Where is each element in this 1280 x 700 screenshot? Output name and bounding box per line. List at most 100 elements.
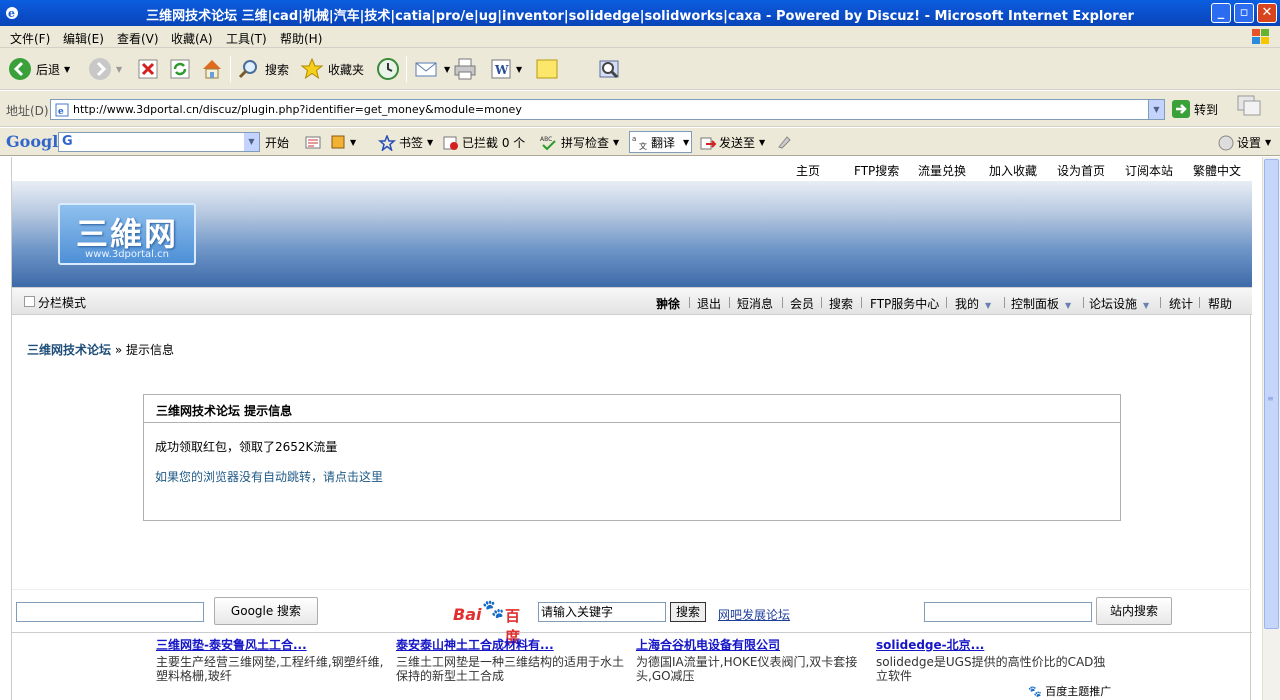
site-logo[interactable]: 三維网 www.3dportal.cn xyxy=(58,203,196,265)
favorites-button[interactable]: 收藏夹 xyxy=(300,55,364,83)
word-edit-icon: W xyxy=(491,59,511,79)
ad-title[interactable]: 三维网垫-泰安鲁风土工合... xyxy=(156,636,388,653)
google-search-dropdown-icon[interactable]: ▼ xyxy=(244,133,259,151)
mail-dropdown-icon[interactable]: ▼ xyxy=(444,65,450,74)
search-button[interactable]: 搜索 xyxy=(237,55,289,83)
back-button[interactable]: 后退 ▼ xyxy=(8,55,70,83)
forum-nav-bar: 分栏模式 翀徐 退出 短消息 会员 搜索 FTP服务中心 我的 ▼ 控制面板 ▼ 论… xyxy=(12,287,1252,315)
link-home[interactable]: 主页 xyxy=(796,162,820,179)
site-search-input[interactable] xyxy=(924,602,1092,622)
vertical-scrollbar[interactable]: ≡ xyxy=(1262,157,1280,700)
nav-stats[interactable]: 统计 xyxy=(1169,295,1193,312)
edit-button[interactable]: W ▼ xyxy=(490,55,522,83)
google-pagerank-button[interactable]: ▼ xyxy=(330,134,356,150)
menu-view[interactable]: 查看(V) xyxy=(117,30,159,47)
go-button[interactable]: 转到 xyxy=(1172,100,1218,118)
link-traditional-chinese[interactable]: 繁體中文 xyxy=(1193,162,1241,179)
home-button[interactable] xyxy=(200,55,224,83)
translate-button[interactable]: a 文 翻译 ▼ xyxy=(629,131,693,153)
baidu-search-button[interactable]: 搜索 xyxy=(670,602,706,622)
svg-text:a: a xyxy=(632,135,636,143)
edit-dropdown-icon[interactable]: ▼ xyxy=(516,65,522,74)
link-set-homepage[interactable]: 设为首页 xyxy=(1057,162,1105,179)
message-box: 三维网技术论坛 提示信息 成功领取红包，领取了2652K流量 如果您的浏览器没有… xyxy=(143,394,1121,521)
nav-messages[interactable]: 短消息 xyxy=(737,295,773,312)
menu-favorites[interactable]: 收藏(A) xyxy=(171,30,213,47)
breadcrumb-current: 提示信息 xyxy=(126,343,175,357)
toolbar-separator xyxy=(230,56,231,82)
baidu-promo-link[interactable]: 🐾 百度主题推广 xyxy=(1028,683,1111,699)
standard-toolbar: 后退 ▼ ▼ 搜索 收藏夹 ▼ W ▼ xyxy=(0,48,1280,90)
link-subscribe[interactable]: 订阅本站 xyxy=(1125,162,1173,179)
nav-logout[interactable]: 退出 xyxy=(697,295,721,312)
site-search-button[interactable]: 站内搜索 xyxy=(1096,597,1172,625)
google-search-input[interactable]: G ▼ xyxy=(58,132,260,152)
nav-control-panel[interactable]: 控制面板 ▼ xyxy=(1011,295,1071,312)
address-input[interactable]: e http://www.3dportal.cn/discuz/plugin.p… xyxy=(50,99,1165,120)
discuss-button[interactable] xyxy=(535,55,559,83)
google-site-search-input[interactable] xyxy=(16,602,204,622)
menu-tools[interactable]: 工具(T) xyxy=(226,30,267,47)
chevron-down-icon: ▼ xyxy=(985,301,992,310)
netbar-forum-link[interactable]: 网吧发展论坛 xyxy=(718,606,790,623)
nav-search[interactable]: 搜索 xyxy=(829,295,853,312)
ad-title[interactable]: 上海合谷机电设备有限公司 xyxy=(636,636,868,653)
breadcrumb-home[interactable]: 三维网技术论坛 xyxy=(27,343,111,357)
menu-help[interactable]: 帮助(H) xyxy=(280,30,322,47)
sponsored-links: 三维网垫-泰安鲁风土工合... 主要生产经营三维网垫,工程纤维,钢塑纤维,塑料格… xyxy=(12,633,1252,700)
forward-dropdown-icon[interactable]: ▼ xyxy=(116,65,122,74)
highlighter-button[interactable] xyxy=(776,134,792,150)
svg-text:文: 文 xyxy=(639,141,647,150)
search-icon xyxy=(238,60,257,79)
google-bookmarks-button[interactable]: 书签 ▼ xyxy=(378,134,433,151)
google-news-button[interactable] xyxy=(305,134,321,150)
highlighter-icon xyxy=(778,136,791,149)
nav-mine[interactable]: 我的 ▼ xyxy=(955,295,991,312)
link-traffic-exchange[interactable]: 流量兑换 xyxy=(918,162,966,179)
nav-forum-facilities[interactable]: 论坛设施 ▼ xyxy=(1089,295,1149,312)
print-button[interactable] xyxy=(452,55,478,83)
address-dropdown-icon[interactable]: ▼ xyxy=(1148,100,1164,119)
back-dropdown-icon[interactable]: ▼ xyxy=(64,65,70,74)
column-mode-checkbox[interactable] xyxy=(24,296,35,307)
ad-description: solidedge是UGS提供的高性价比的CAD独立软件 xyxy=(876,655,1106,683)
redirect-link[interactable]: 如果您的浏览器没有自动跳转，请点击这里 xyxy=(155,468,383,485)
links-icon[interactable] xyxy=(1236,93,1266,119)
nav-help[interactable]: 帮助 xyxy=(1208,295,1232,312)
address-url: http://www.3dportal.cn/discuz/plugin.php… xyxy=(73,103,522,116)
nav-ftp-center[interactable]: FTP服务中心 xyxy=(870,295,939,312)
google-search-button[interactable]: Google 搜索 xyxy=(214,597,318,625)
go-arrow-icon xyxy=(1172,100,1190,118)
page-viewport: 主页 FTP搜索 流量兑换 加入收藏 设为首页 订阅本站 繁體中文 三維网 ww… xyxy=(0,157,1262,700)
popup-blocker-button[interactable]: 已拦截 0 个 xyxy=(443,134,525,151)
column-mode-label[interactable]: 分栏模式 xyxy=(38,294,86,311)
ad-title[interactable]: solidedge-北京... xyxy=(876,636,1108,653)
printer-icon xyxy=(454,58,476,80)
minimize-button[interactable]: _ xyxy=(1211,3,1231,23)
link-ftp-search[interactable]: FTP搜索 xyxy=(854,162,899,179)
forward-button[interactable]: ▼ xyxy=(88,55,122,83)
link-add-favorite[interactable]: 加入收藏 xyxy=(989,162,1037,179)
message-title: 三维网技术论坛 提示信息 xyxy=(156,404,293,418)
send-to-button[interactable]: 发送至 ▼ xyxy=(700,134,765,151)
baidu-search-input[interactable]: 请输入关键字 xyxy=(538,602,666,622)
history-button[interactable] xyxy=(375,55,401,83)
google-settings-button[interactable]: 设置 ▼ xyxy=(1218,134,1271,151)
refresh-button[interactable] xyxy=(169,55,191,83)
menu-edit[interactable]: 编辑(E) xyxy=(63,30,104,47)
mail-button[interactable]: ▼ xyxy=(414,55,450,83)
nav-username[interactable]: 翀徐 xyxy=(656,295,680,312)
chevron-down-icon: ▼ xyxy=(1065,301,1072,310)
site-banner: 三維网 www.3dportal.cn xyxy=(12,181,1252,287)
menu-file[interactable]: 文件(F) xyxy=(10,30,50,47)
spellcheck-icon: ABC xyxy=(540,136,556,150)
maximize-button[interactable]: ▫ xyxy=(1234,3,1254,23)
stop-button[interactable] xyxy=(137,55,159,83)
ad-title[interactable]: 泰安泰山神土工合成材料有... xyxy=(396,636,628,653)
nav-members[interactable]: 会员 xyxy=(790,295,814,312)
google-start-button[interactable]: 开始 xyxy=(265,134,289,151)
spellcheck-button[interactable]: ABC 拼写检查 ▼ xyxy=(540,134,619,151)
ad-description: 主要生产经营三维网垫,工程纤维,钢塑纤维,塑料格栅,玻纤 xyxy=(156,655,384,683)
research-button[interactable] xyxy=(597,55,623,83)
close-window-button[interactable]: ✕ xyxy=(1257,3,1277,23)
